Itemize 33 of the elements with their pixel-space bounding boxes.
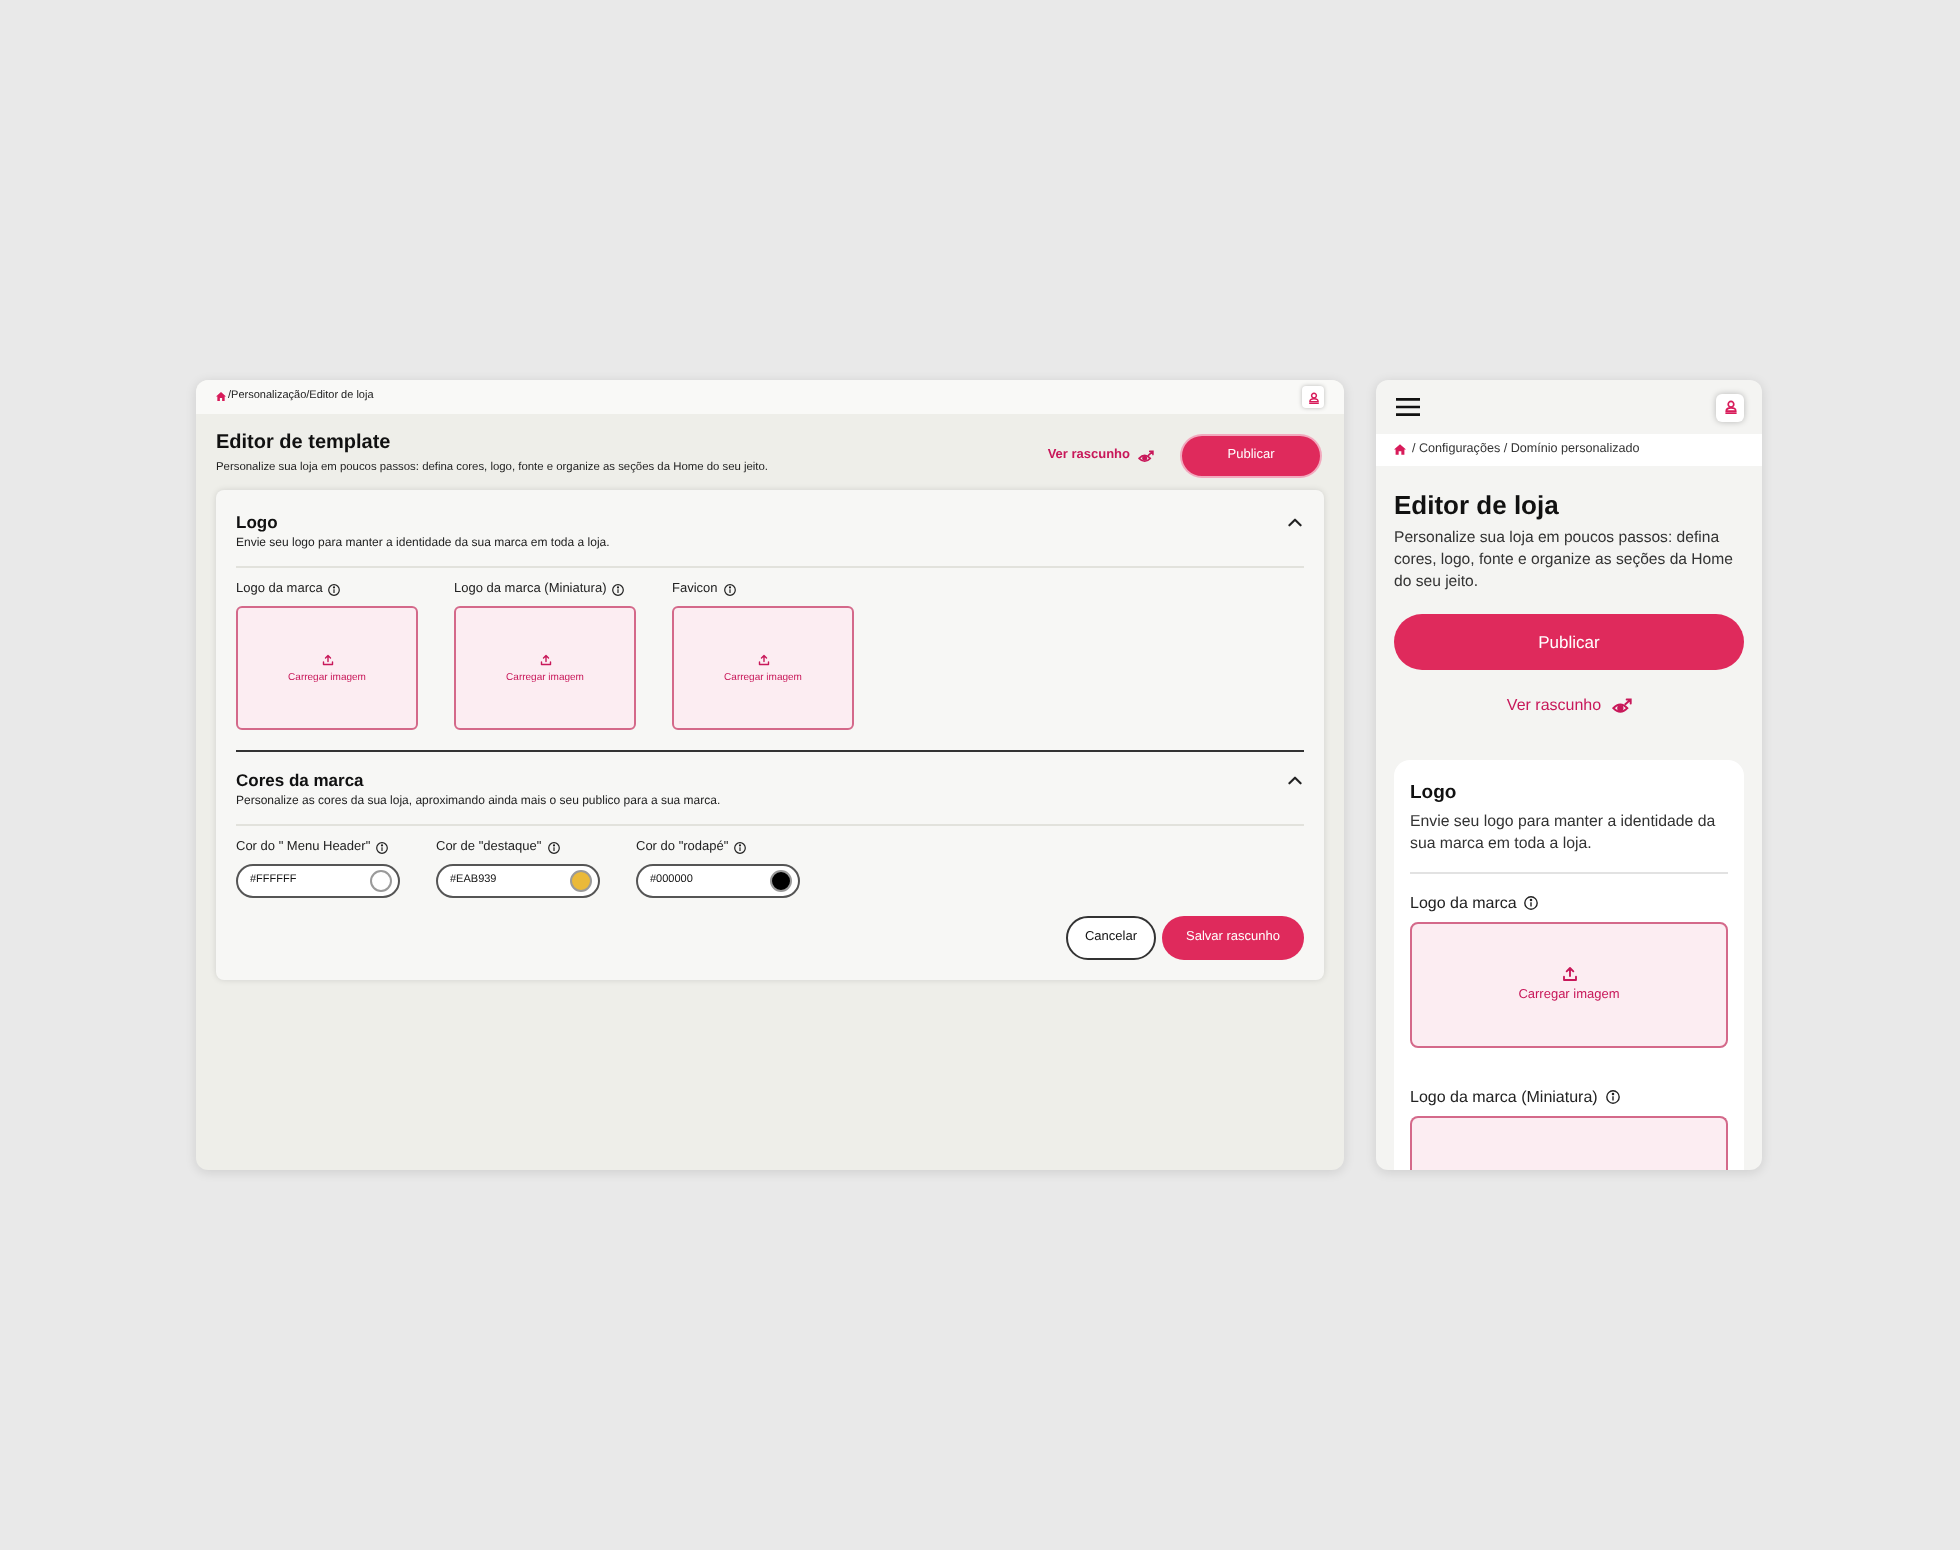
info-icon[interactable] <box>723 584 736 596</box>
upload-button[interactable] <box>1410 1116 1728 1170</box>
page-title: Editor de loja <box>1394 490 1561 522</box>
info-icon[interactable] <box>734 842 747 854</box>
upload-icon <box>1561 966 1577 982</box>
upload-icon <box>321 653 333 665</box>
chevron-up-icon[interactable] <box>1288 518 1302 527</box>
info-icon[interactable] <box>612 584 625 596</box>
chevron-up-icon[interactable] <box>1288 776 1302 785</box>
info-icon[interactable] <box>1524 895 1539 909</box>
publish-button[interactable]: Publicar <box>1394 614 1744 670</box>
home-icon[interactable] <box>216 392 226 402</box>
upload-icon <box>757 653 769 665</box>
eye-arrow-icon <box>1611 697 1632 715</box>
upload-icon <box>539 653 551 665</box>
user-icon <box>1723 400 1737 414</box>
field-label: Logo da marca <box>1410 891 1517 913</box>
eye-arrow-icon <box>1138 449 1154 463</box>
info-icon[interactable] <box>1605 1089 1620 1103</box>
info-icon[interactable] <box>328 584 341 596</box>
info-icon[interactable] <box>547 842 560 854</box>
draft-link[interactable]: Ver rascunho <box>1506 694 1632 718</box>
user-icon <box>1307 391 1319 403</box>
home-icon[interactable] <box>1394 444 1406 456</box>
info-icon[interactable] <box>376 842 389 854</box>
menu-icon[interactable] <box>1396 398 1420 416</box>
profile-button[interactable] <box>1302 386 1324 408</box>
section-title: Cores da marca <box>236 768 366 792</box>
profile-button[interactable] <box>1716 393 1744 421</box>
field-label: Logo da marca (Miniatura) <box>1410 1085 1598 1107</box>
section-title: Logo <box>236 510 280 534</box>
page-title: Editor de template <box>216 430 393 458</box>
section-title: Logo <box>1410 780 1459 806</box>
